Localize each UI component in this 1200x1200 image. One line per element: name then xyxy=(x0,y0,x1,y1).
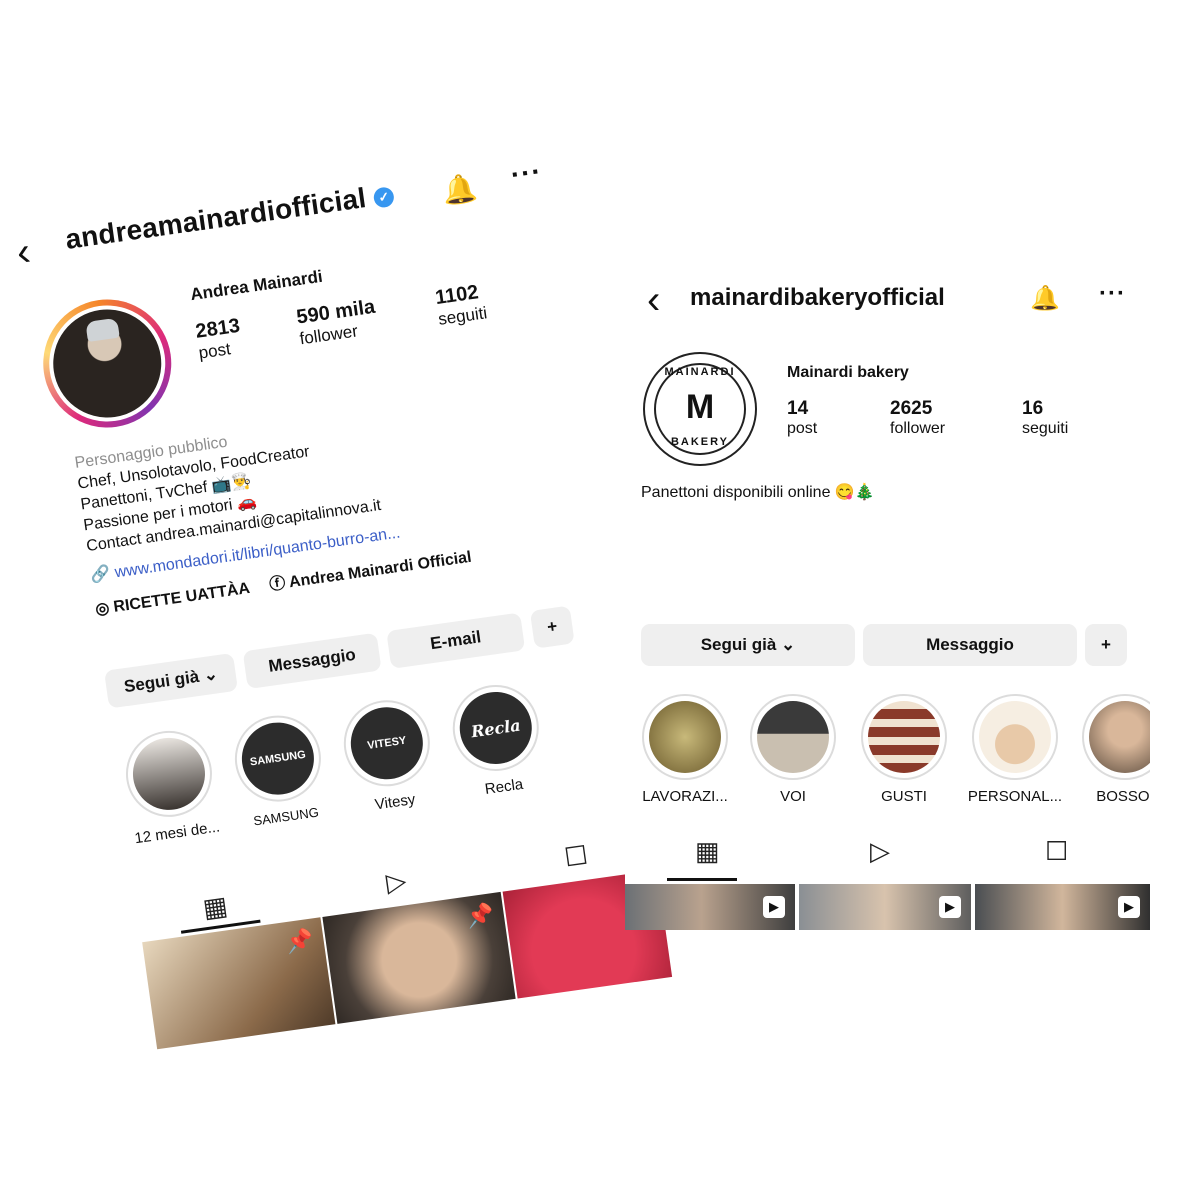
bio: Panettoni disponibili online 😋🎄 xyxy=(641,484,875,501)
grid-post[interactable]: 📌 xyxy=(142,917,340,1055)
stat-followers[interactable]: 2625 follower xyxy=(890,398,945,438)
follow-button-label: Segui già xyxy=(122,666,201,697)
grid-post[interactable]: ▶ xyxy=(625,884,795,930)
chevron-down-icon: ⌄ xyxy=(202,664,220,686)
tagged-tab-icon[interactable]: ☐ xyxy=(1045,836,1068,867)
add-user-button[interactable]: + xyxy=(529,605,575,649)
highlight-item[interactable]: BOSSOI xyxy=(1075,694,1150,805)
display-name: Mainardi bakery xyxy=(787,364,909,381)
highlight-item[interactable]: LAVORAZI... xyxy=(635,694,735,805)
grid-post[interactable]: 📌 xyxy=(322,891,521,1055)
stat-label: post xyxy=(787,420,818,437)
verified-badge-icon: ✓ xyxy=(372,185,396,209)
reels-tab-icon[interactable]: ▷ xyxy=(384,865,408,898)
stat-number: 14 xyxy=(787,398,809,419)
highlight-label: SAMSUNG xyxy=(252,804,320,829)
highlight-label: Vitesy xyxy=(373,790,417,814)
email-button[interactable]: E-mail xyxy=(386,612,526,669)
logo-top-text: MAINARDI xyxy=(664,366,736,378)
grid-tab-icon[interactable]: ▦ xyxy=(201,890,230,924)
follow-button-label: Segui già xyxy=(700,635,777,654)
highlight-cover: Recla xyxy=(455,687,537,769)
add-user-icon: + xyxy=(545,616,559,637)
stat-posts[interactable]: 2813 post xyxy=(194,315,244,364)
tagged-tab-icon[interactable]: ☐ xyxy=(562,840,589,874)
highlight-item[interactable]: VOI xyxy=(743,694,843,805)
facebook-icon: ⓕ xyxy=(268,574,291,594)
grid-post[interactable]: ▶ xyxy=(975,884,1150,930)
facebook-link[interactable]: Andrea Mainardi Official xyxy=(288,549,473,591)
highlight-cover: VITESY xyxy=(346,702,428,784)
highlight-label: 12 mesi de... xyxy=(133,818,221,848)
highlight-cover xyxy=(649,701,721,773)
pin-icon: 📌 xyxy=(284,926,316,956)
stat-label: seguiti xyxy=(1022,420,1069,437)
stat-followers[interactable]: 590 mila follower xyxy=(295,296,379,350)
add-user-button[interactable]: + xyxy=(1085,624,1127,666)
highlight-cover xyxy=(1089,701,1150,773)
username: mainardibakeryofficial xyxy=(690,284,945,311)
highlight-cover xyxy=(757,701,829,773)
play-icon: ▶ xyxy=(763,896,785,918)
right-profile-screenshot: ‹ mainardibakeryofficial 🔔 ··· MAINARDI … xyxy=(625,270,1150,930)
highlight-cover xyxy=(128,733,210,815)
channel-link[interactable]: RICETTE UATTÀA xyxy=(113,580,251,616)
bell-icon[interactable]: 🔔 xyxy=(1030,284,1060,313)
highlight-item[interactable]: PERSONAL... xyxy=(955,694,1075,805)
highlight-label: GUSTI xyxy=(881,788,927,805)
follow-button[interactable]: Segui già ⌄ xyxy=(641,624,855,666)
message-button[interactable]: Messaggio xyxy=(863,624,1077,666)
back-icon[interactable]: ‹ xyxy=(14,229,33,274)
highlight-label: Recla xyxy=(483,775,525,798)
more-options-icon[interactable]: ··· xyxy=(1099,280,1126,308)
reels-tab-icon[interactable]: ▷ xyxy=(870,836,890,867)
stat-number: 2625 xyxy=(890,398,933,419)
highlight-item[interactable]: SAMSUNG SAMSUNG xyxy=(222,709,336,831)
logo-bottom-text: BAKERY xyxy=(670,436,730,448)
highlight-item[interactable]: 12 mesi de... xyxy=(113,724,227,848)
add-user-icon: + xyxy=(1101,635,1111,654)
highlight-cover xyxy=(979,701,1051,773)
profile-header: ‹ andreamainardiofficial ✓ 🔔 ··· xyxy=(13,146,556,281)
avatar[interactable]: MAINARDI M BAKERY xyxy=(643,352,757,466)
chevron-down-icon: ⌄ xyxy=(781,635,796,654)
stat-following[interactable]: 16 seguiti xyxy=(1022,398,1068,438)
pin-icon: 📌 xyxy=(464,901,496,930)
username: andreamainardiofficial ✓ xyxy=(63,178,396,256)
play-icon: ▶ xyxy=(1118,896,1140,918)
highlight-label: LAVORAZI... xyxy=(642,788,728,805)
highlight-label: BOSSOI xyxy=(1096,788,1150,805)
bell-icon[interactable]: 🔔 xyxy=(440,170,479,208)
stat-following[interactable]: 1102 seguiti xyxy=(434,280,489,329)
highlight-label: VOI xyxy=(780,788,806,805)
grid-tab-icon[interactable]: ▦ xyxy=(695,836,720,867)
highlight-cover: SAMSUNG xyxy=(237,717,319,800)
avatar[interactable] xyxy=(34,291,180,436)
link-icon: 🔗 xyxy=(89,564,117,585)
follow-button[interactable]: Segui già ⌄ xyxy=(104,652,239,709)
stat-number: 16 xyxy=(1022,398,1044,419)
back-icon[interactable]: ‹ xyxy=(647,280,660,320)
username-text: andreamainardiofficial xyxy=(63,182,368,255)
highlight-label: PERSONAL... xyxy=(967,788,1063,805)
highlight-cover xyxy=(868,701,940,773)
highlight-item[interactable]: VITESY Vitesy xyxy=(331,694,445,818)
logo-monogram: M xyxy=(685,388,715,426)
stat-posts[interactable]: 14 post xyxy=(787,398,817,438)
active-tab-indicator xyxy=(667,878,737,881)
stat-label: follower xyxy=(890,420,946,437)
more-options-icon[interactable]: ··· xyxy=(509,155,544,191)
message-button[interactable]: Messaggio xyxy=(242,632,382,690)
grid-post[interactable]: ▶ xyxy=(799,884,971,930)
highlight-item[interactable]: Recla Recla xyxy=(440,678,554,802)
avatar-photo xyxy=(46,302,169,425)
play-icon: ▶ xyxy=(939,896,961,918)
highlight-item[interactable]: GUSTI xyxy=(854,694,954,805)
left-profile-screenshot: ‹ andreamainardiofficial ✓ 🔔 ··· Andrea M… xyxy=(0,125,673,1055)
display-name: Andrea Mainardi xyxy=(189,266,324,305)
